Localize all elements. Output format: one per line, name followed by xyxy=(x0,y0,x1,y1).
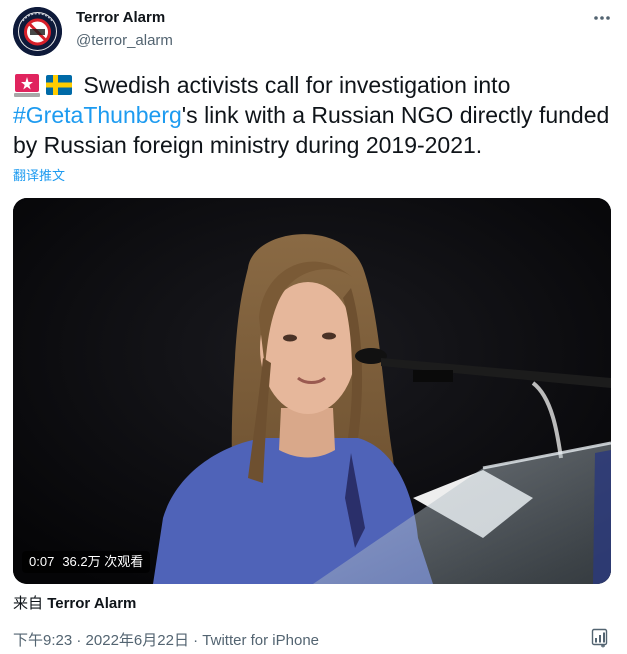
tweet-text: Swedish activists call for investigation… xyxy=(13,70,613,160)
sweden-flag-emoji xyxy=(46,75,72,95)
video-frame xyxy=(13,198,611,584)
video-time: 0:07 xyxy=(29,554,55,569)
avatar[interactable] xyxy=(13,7,62,56)
tweet-client[interactable]: Twitter for iPhone xyxy=(202,632,319,649)
video-stats-badge: 0:07 36.2万 次观看 xyxy=(22,551,151,573)
author-name[interactable]: Terror Alarm xyxy=(76,9,165,26)
translate-tweet-link[interactable]: 翻译推文 xyxy=(13,165,65,184)
video-views: 36.2万 次观看 xyxy=(62,554,144,569)
meta-separator: · xyxy=(188,632,203,649)
terror-alarm-logo-icon xyxy=(13,7,62,56)
tweet-metadata: 下午9:23 · 2022年6月22日 · Twitter for iPhone xyxy=(13,629,319,650)
video-player[interactable] xyxy=(13,198,611,584)
hashtag-link[interactable]: #GretaThunberg xyxy=(13,102,182,128)
tweet-time[interactable]: 下午9:23 xyxy=(13,632,72,649)
more-options-icon[interactable] xyxy=(592,10,612,26)
author-handle[interactable]: @terror_alarm xyxy=(76,32,173,49)
source-attribution: 来自 Terror Alarm xyxy=(13,592,136,613)
siren-emoji xyxy=(14,74,40,97)
source-prefix: 来自 xyxy=(13,595,44,612)
tweet-text-part1: Swedish activists call for investigation… xyxy=(77,72,511,98)
tweet-date[interactable]: 2022年6月22日 xyxy=(86,632,189,649)
meta-separator: · xyxy=(72,632,86,649)
analytics-icon[interactable] xyxy=(591,628,609,648)
source-account-link[interactable]: Terror Alarm xyxy=(47,595,136,612)
